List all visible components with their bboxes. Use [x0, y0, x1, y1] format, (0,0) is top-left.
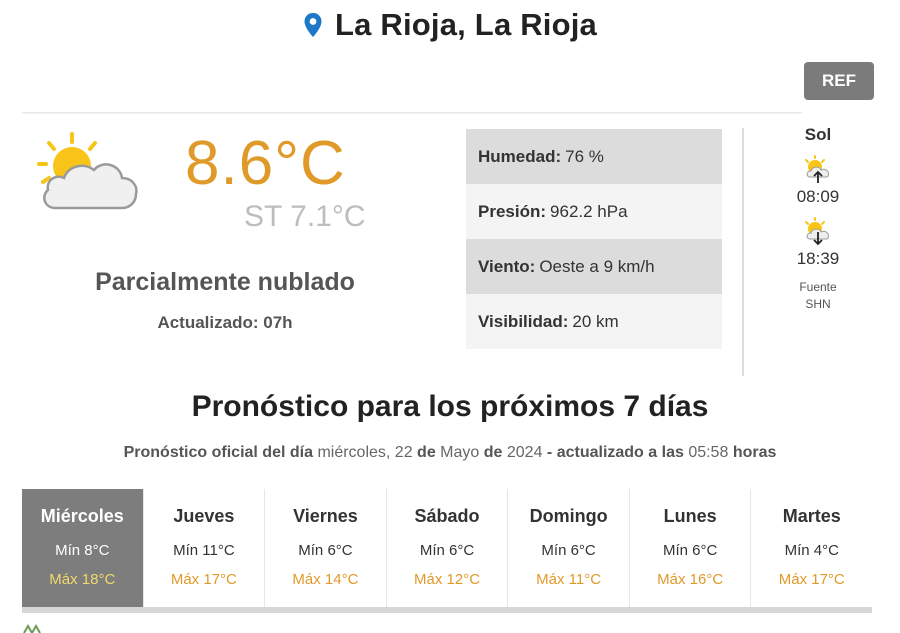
source-line1: Fuente	[799, 280, 837, 294]
visibility-row: Visibilidad: 20 km	[466, 294, 722, 349]
day-name: Viernes	[293, 506, 358, 526]
day-min: Mín 8°C	[55, 542, 110, 559]
wind-label: Viento:	[478, 256, 536, 276]
day-name: Sábado	[414, 506, 480, 526]
day-tab-domingo[interactable]: Domingo Mín 6°C Máx 11°C	[508, 489, 630, 607]
vertical-divider	[742, 128, 744, 376]
day-min: Mín 6°C	[663, 542, 718, 559]
day-tab-jueves[interactable]: Jueves Mín 11°C Máx 17°C	[144, 489, 266, 607]
sun-panel: Sol 08:09 18:39 Fuente SHN	[776, 124, 860, 313]
subtitle-month: Mayo	[440, 444, 480, 461]
day-tab-martes[interactable]: Martes Mín 4°C Máx 17°C	[751, 489, 872, 607]
day-min: Mín 6°C	[541, 542, 596, 559]
subtitle-year: 2024	[506, 444, 543, 461]
sunrise-time: 08:09	[796, 187, 840, 206]
current-temperature: 8.6°C	[185, 129, 346, 198]
wind-row: Viento: Oeste a 9 km/h	[466, 239, 722, 294]
sun-title: Sol	[804, 125, 832, 144]
subtitle-text: - actualizado a las	[546, 444, 684, 461]
day-max: Máx 12°C	[414, 571, 481, 588]
subtitle-text: de	[483, 444, 503, 461]
humidity-value: 76 %	[565, 146, 604, 166]
humidity-label: Humedad:	[478, 146, 562, 166]
day-name: Martes	[782, 506, 841, 526]
day-min: Mín 6°C	[298, 542, 353, 559]
pressure-value: 962.2 hPa	[550, 201, 628, 221]
day-min: Mín 6°C	[419, 542, 475, 559]
visibility-label: Visibilidad:	[478, 311, 569, 331]
sunrise-icon	[805, 155, 829, 183]
day-max: Máx 17°C	[778, 571, 845, 588]
weather-details: Humedad: 76 % Presión: 962.2 hPa Viento:…	[466, 129, 722, 349]
ref-button[interactable]: REF	[804, 62, 874, 100]
day-max: Máx 14°C	[292, 571, 359, 588]
forecast-days: Miércoles Mín 8°C Máx 18°C Jueves Mín 11…	[22, 489, 872, 613]
visibility-value: 20 km	[572, 311, 619, 331]
source-line2: SHN	[805, 297, 831, 311]
day-max: Máx 16°C	[657, 571, 724, 588]
day-name: Miércoles	[40, 506, 124, 526]
subtitle-day: 22	[394, 444, 413, 461]
partly-cloudy-icon	[37, 132, 138, 210]
subtitle-text: Pronóstico oficial del día	[123, 444, 313, 461]
day-name: Domingo	[529, 506, 608, 526]
day-tab-miercoles[interactable]: Miércoles Mín 8°C Máx 18°C	[22, 489, 144, 607]
day-max: Máx 11°C	[536, 571, 602, 588]
sunset-time: 18:39	[796, 249, 840, 268]
sunset-icon	[805, 217, 829, 246]
map-pin-icon	[304, 13, 322, 37]
wind-value: Oeste a 9 km/h	[539, 256, 655, 276]
day-max: Máx 17°C	[170, 571, 237, 588]
day-min: Mín 11°C	[173, 542, 235, 559]
feels-like-temperature: ST 7.1°C	[244, 200, 366, 233]
header-divider	[22, 112, 802, 114]
day-name: Jueves	[173, 506, 235, 526]
day-tab-sabado[interactable]: Sábado Mín 6°C Máx 12°C	[387, 489, 509, 607]
subtitle-text: horas	[732, 444, 777, 461]
location-header: La Rioja, La Rioja	[0, 5, 900, 45]
day-max: Máx 18°C	[49, 571, 116, 588]
forecast-subtitle: Pronóstico oficial del día miércoles, 22…	[0, 444, 900, 462]
humidity-row: Humedad: 76 %	[466, 129, 722, 184]
partial-icon	[23, 624, 41, 633]
day-min: Mín 4°C	[784, 542, 839, 559]
pressure-label: Presión:	[478, 201, 547, 221]
updated-time: Actualizado: 07h	[157, 313, 293, 332]
subtitle-text: de	[417, 444, 436, 461]
pressure-row: Presión: 962.2 hPa	[466, 184, 722, 239]
subtitle-weekday: miércoles,	[317, 444, 391, 461]
day-name: Lunes	[663, 506, 717, 526]
day-tab-viernes[interactable]: Viernes Mín 6°C Máx 14°C	[265, 489, 387, 607]
subtitle-time: 05:58	[688, 444, 729, 461]
weather-condition: Parcialmente nublado	[95, 268, 355, 296]
source-label: Fuente SHN	[776, 279, 860, 313]
forecast-title: Pronóstico para los próximos 7 días	[191, 390, 709, 423]
location-title: La Rioja, La Rioja	[335, 7, 597, 42]
day-tab-lunes[interactable]: Lunes Mín 6°C Máx 16°C	[630, 489, 752, 607]
